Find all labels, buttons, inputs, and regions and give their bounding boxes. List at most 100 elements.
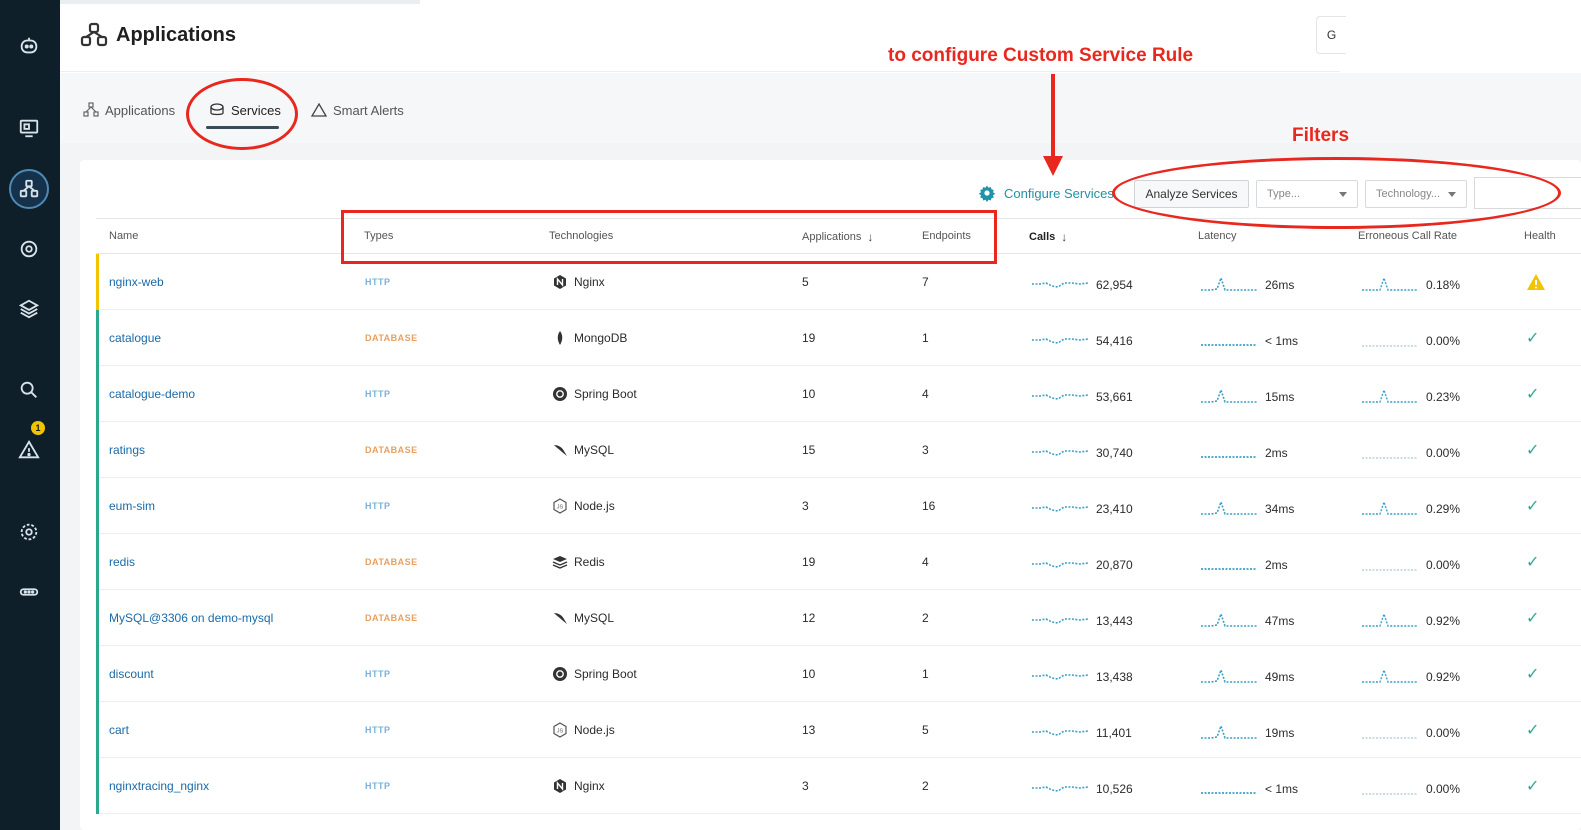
technology-cell: Nginx bbox=[552, 758, 605, 814]
latency-sparkline bbox=[1201, 387, 1257, 408]
service-name-link[interactable]: nginx-web bbox=[109, 254, 164, 310]
error-rate-value: 0.29% bbox=[1426, 502, 1461, 516]
technology-cell: JS Node.js bbox=[552, 702, 615, 758]
column-header-calls[interactable]: Calls ↓ bbox=[1029, 230, 1067, 244]
technology-label: Spring Boot bbox=[574, 387, 637, 401]
error-rate-sparkline bbox=[1362, 499, 1418, 520]
column-header-health[interactable]: Health bbox=[1524, 230, 1556, 242]
error-rate-value: 0.18% bbox=[1426, 278, 1461, 292]
row-health-accent bbox=[96, 366, 99, 422]
technology-icon bbox=[552, 442, 568, 458]
annotation-arrow bbox=[1051, 74, 1055, 158]
alert-icon[interactable] bbox=[14, 435, 44, 465]
column-header-name[interactable]: Name bbox=[109, 230, 138, 242]
healthy-check-icon: ✓ bbox=[1526, 442, 1540, 459]
left-nav-rail: 1 bbox=[0, 0, 60, 830]
calls-sparkline bbox=[1032, 331, 1089, 352]
table-row[interactable]: nginxtracing_nginx HTTP Nginx 3 2 10,526 < 1ms… bbox=[96, 758, 1581, 814]
applications-title-icon bbox=[80, 22, 108, 48]
technology-label: Spring Boot bbox=[574, 667, 637, 681]
technology-icon bbox=[552, 386, 568, 402]
table-row[interactable]: ratings DATABASE MySQL 15 3 30,740 2ms 0.00% ✓ bbox=[96, 422, 1581, 478]
table-row[interactable]: catalogue-demo HTTP Spring Boot 10 4 53,661 15… bbox=[96, 366, 1581, 422]
tab-smart-alerts[interactable]: Smart Alerts bbox=[311, 100, 404, 120]
column-header-latency[interactable]: Latency bbox=[1198, 230, 1237, 242]
alert-tab-icon bbox=[311, 102, 327, 117]
latency-cell: 47ms bbox=[1201, 593, 1294, 649]
service-name-link[interactable]: eum-sim bbox=[109, 478, 155, 534]
latency-sparkline bbox=[1201, 723, 1257, 744]
calls-cell: 10,526 bbox=[1032, 761, 1133, 817]
calls-cell: 20,870 bbox=[1032, 537, 1133, 593]
stack-icon[interactable] bbox=[14, 294, 44, 324]
applications-icon[interactable] bbox=[9, 169, 49, 209]
calls-sparkline bbox=[1032, 443, 1089, 464]
settings-icon[interactable] bbox=[14, 517, 44, 547]
calls-sparkline bbox=[1032, 387, 1089, 408]
alert-count-badge: 1 bbox=[31, 421, 45, 435]
robot-icon[interactable] bbox=[14, 31, 44, 61]
calls-sparkline bbox=[1032, 499, 1089, 520]
service-name-link[interactable]: cart bbox=[109, 702, 129, 758]
latency-value: < 1ms bbox=[1265, 782, 1299, 796]
latency-value: 2ms bbox=[1265, 558, 1288, 572]
row-health-accent bbox=[96, 702, 99, 758]
table-row[interactable]: discount HTTP Spring Boot 10 1 13,438 49ms 0.92… bbox=[96, 646, 1581, 702]
analytics-icon[interactable] bbox=[14, 375, 44, 405]
latency-value: 2ms bbox=[1265, 446, 1288, 460]
health-cell: ✓ bbox=[1526, 478, 1539, 534]
latency-sparkline bbox=[1201, 611, 1257, 632]
latency-sparkline bbox=[1201, 555, 1257, 576]
error-rate-value: 0.00% bbox=[1426, 726, 1461, 740]
table-row[interactable]: catalogue DATABASE MongoDB 19 1 54,416 < 1ms 0.… bbox=[96, 310, 1581, 366]
column-header-label: Calls bbox=[1029, 231, 1056, 243]
more-icon[interactable] bbox=[14, 577, 44, 607]
service-name-link[interactable]: catalogue bbox=[109, 310, 161, 366]
service-name-link[interactable]: redis bbox=[109, 534, 135, 590]
error-rate-cell: 0.00% bbox=[1362, 705, 1460, 761]
latency-cell: < 1ms bbox=[1201, 313, 1298, 369]
service-name-link[interactable]: catalogue-demo bbox=[109, 366, 195, 422]
technology-label: Nginx bbox=[574, 275, 605, 289]
technology-icon bbox=[552, 666, 568, 682]
latency-value: < 1ms bbox=[1265, 334, 1299, 348]
configure-services-link[interactable]: Configure Services bbox=[978, 184, 1114, 202]
technology-cell: Spring Boot bbox=[552, 366, 637, 422]
service-type-badge: DATABASE bbox=[365, 333, 418, 343]
tab-applications[interactable]: Applications bbox=[83, 100, 175, 120]
page-title: Applications bbox=[116, 24, 237, 46]
latency-cell: 2ms bbox=[1201, 537, 1288, 593]
service-type-badge: HTTP bbox=[365, 781, 391, 791]
latency-value: 34ms bbox=[1265, 502, 1295, 516]
latency-cell: < 1ms bbox=[1201, 761, 1298, 817]
platforms-icon[interactable] bbox=[14, 234, 44, 264]
endpoints-count: 4 bbox=[922, 555, 929, 569]
technology-cell: Spring Boot bbox=[552, 646, 637, 702]
annotation-configure-note: to configure Custom Service Rule bbox=[888, 45, 1194, 66]
technology-icon: JS bbox=[552, 498, 568, 514]
column-header-erroneous-call-rate[interactable]: Erroneous Call Rate bbox=[1358, 230, 1457, 242]
applications-count: 15 bbox=[802, 443, 816, 457]
corner-button[interactable]: G bbox=[1316, 16, 1346, 54]
service-name-link[interactable]: discount bbox=[109, 646, 154, 702]
table-row[interactable]: eum-sim HTTP JS Node.js 3 16 23,410 34ms 0.29% ✓ bbox=[96, 478, 1581, 534]
calls-sparkline bbox=[1032, 723, 1089, 744]
table-row[interactable]: redis DATABASE Redis 19 4 20,870 2ms 0.00% ✓ bbox=[96, 534, 1581, 590]
error-rate-cell: 0.92% bbox=[1362, 649, 1460, 705]
endpoints-count: 2 bbox=[922, 611, 929, 625]
calls-sparkline bbox=[1032, 275, 1089, 296]
health-cell bbox=[1526, 254, 1546, 310]
health-cell: ✓ bbox=[1526, 366, 1539, 422]
row-health-accent bbox=[96, 254, 99, 310]
infrastructure-icon[interactable] bbox=[14, 113, 44, 143]
technology-label: MySQL bbox=[574, 443, 615, 457]
service-name-link[interactable]: nginxtracing_nginx bbox=[109, 758, 209, 814]
annotation-columns-box bbox=[341, 210, 997, 264]
service-name-link[interactable]: MySQL@3306 on demo-mysql bbox=[109, 590, 273, 646]
row-health-accent bbox=[96, 534, 99, 590]
error-rate-value: 0.00% bbox=[1426, 782, 1461, 796]
tab-label: Applications bbox=[105, 102, 176, 118]
service-name-link[interactable]: ratings bbox=[109, 422, 145, 478]
table-row[interactable]: cart HTTP JS Node.js 13 5 11,401 19ms 0.00% ✓ bbox=[96, 702, 1581, 758]
table-row[interactable]: MySQL@3306 on demo-mysql DATABASE MySQL 12 2… bbox=[96, 590, 1581, 646]
